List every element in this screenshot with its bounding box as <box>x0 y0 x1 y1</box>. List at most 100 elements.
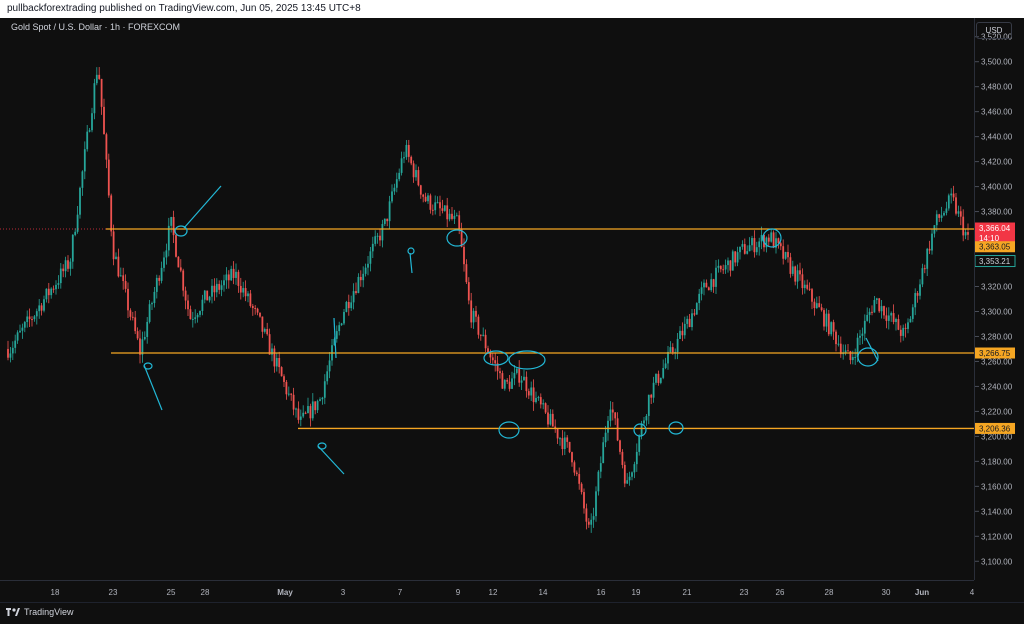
candle <box>21 323 24 339</box>
candle <box>947 193 950 211</box>
candle <box>523 369 525 381</box>
price-tick-label: 3,320.00 <box>981 283 1013 292</box>
candle <box>959 206 962 226</box>
candle <box>827 309 830 337</box>
time-tick-label: 21 <box>683 588 692 597</box>
candle <box>887 307 890 330</box>
candle <box>895 317 897 331</box>
candle <box>784 251 787 260</box>
currency-button[interactable]: USD <box>976 22 1012 39</box>
price-tick-label: 3,460.00 <box>981 108 1013 117</box>
candle <box>921 263 924 288</box>
candle <box>350 295 353 311</box>
candle <box>391 184 393 204</box>
annotation-circle <box>857 347 879 367</box>
time-tick-label: 28 <box>201 588 210 597</box>
price-chart[interactable] <box>0 18 974 580</box>
candle <box>729 260 732 277</box>
chart-pane[interactable] <box>0 18 974 580</box>
candle <box>16 330 19 344</box>
candle <box>91 107 93 133</box>
candle <box>328 352 331 379</box>
candle <box>163 251 165 272</box>
candle <box>52 285 55 293</box>
candle <box>460 222 463 248</box>
candle <box>561 430 564 456</box>
candle <box>256 307 259 316</box>
candle <box>196 313 199 323</box>
candle <box>700 281 703 301</box>
candle <box>736 246 739 267</box>
candle <box>446 197 449 228</box>
candle <box>189 305 192 320</box>
candle <box>835 329 837 352</box>
candle <box>743 238 746 255</box>
price-scale[interactable]: 3,100.00 3,120.00 3,140.00 3,160.00 3,180.00… <box>974 18 1024 580</box>
candle <box>131 311 134 321</box>
candle <box>436 196 439 204</box>
tradingview-logo[interactable]: TradingView <box>6 607 74 617</box>
candle <box>650 393 653 405</box>
candle <box>686 315 689 329</box>
annotation-circle <box>407 247 415 255</box>
candle <box>938 213 941 222</box>
candle <box>319 397 321 402</box>
candle <box>537 395 540 401</box>
time-tick-label: 12 <box>489 588 498 597</box>
candle <box>268 328 271 355</box>
candle <box>81 170 84 196</box>
candle <box>88 128 91 133</box>
candle <box>239 277 242 300</box>
candle <box>95 67 98 86</box>
annotation-arrow <box>317 445 345 475</box>
candle <box>693 308 696 317</box>
candle <box>331 339 333 366</box>
candle <box>590 513 593 533</box>
candle <box>74 228 77 237</box>
symbol-legend[interactable]: Gold Spot / U.S. Dollar · 1h · FOREXCOM <box>11 22 180 32</box>
candle <box>532 379 535 411</box>
time-tick-label: May <box>277 588 293 597</box>
annotation-circle <box>317 442 327 450</box>
candle <box>926 247 929 277</box>
candle <box>825 308 828 333</box>
time-tick-label: 23 <box>109 588 118 597</box>
candle <box>525 371 528 398</box>
candle <box>688 313 691 328</box>
candle <box>808 282 811 292</box>
candle <box>335 325 338 343</box>
candle <box>467 277 470 305</box>
candle <box>823 308 825 331</box>
candle <box>734 251 737 267</box>
candle <box>539 393 542 409</box>
candle <box>535 391 537 404</box>
annotation-circle <box>446 229 468 247</box>
candle <box>213 278 216 301</box>
price-label-level: 3,266.75 <box>975 347 1015 359</box>
candle <box>597 470 600 496</box>
candle <box>811 287 813 310</box>
price-tick-label: 3,440.00 <box>981 133 1013 142</box>
candle <box>151 301 153 311</box>
price-tick-label: 3,500.00 <box>981 58 1013 67</box>
candle <box>112 224 115 266</box>
candle <box>573 460 576 476</box>
candle <box>496 356 499 380</box>
candle <box>859 329 861 345</box>
candle <box>124 274 127 293</box>
candle <box>184 286 187 310</box>
candle <box>254 305 257 315</box>
candle <box>64 256 67 278</box>
candle <box>407 139 410 163</box>
candle <box>892 304 895 325</box>
candle <box>103 98 105 135</box>
candle <box>681 322 684 342</box>
candle <box>223 274 225 292</box>
candle <box>703 279 705 296</box>
time-scale[interactable]: 18 23 25 28 May 3 7 9 12 14 16 19 21 23 26 28 30 Jun 4 <box>0 580 975 602</box>
candle <box>422 193 425 203</box>
candle <box>434 195 437 215</box>
candle <box>419 184 422 199</box>
candle <box>571 451 573 467</box>
candle <box>475 305 477 323</box>
